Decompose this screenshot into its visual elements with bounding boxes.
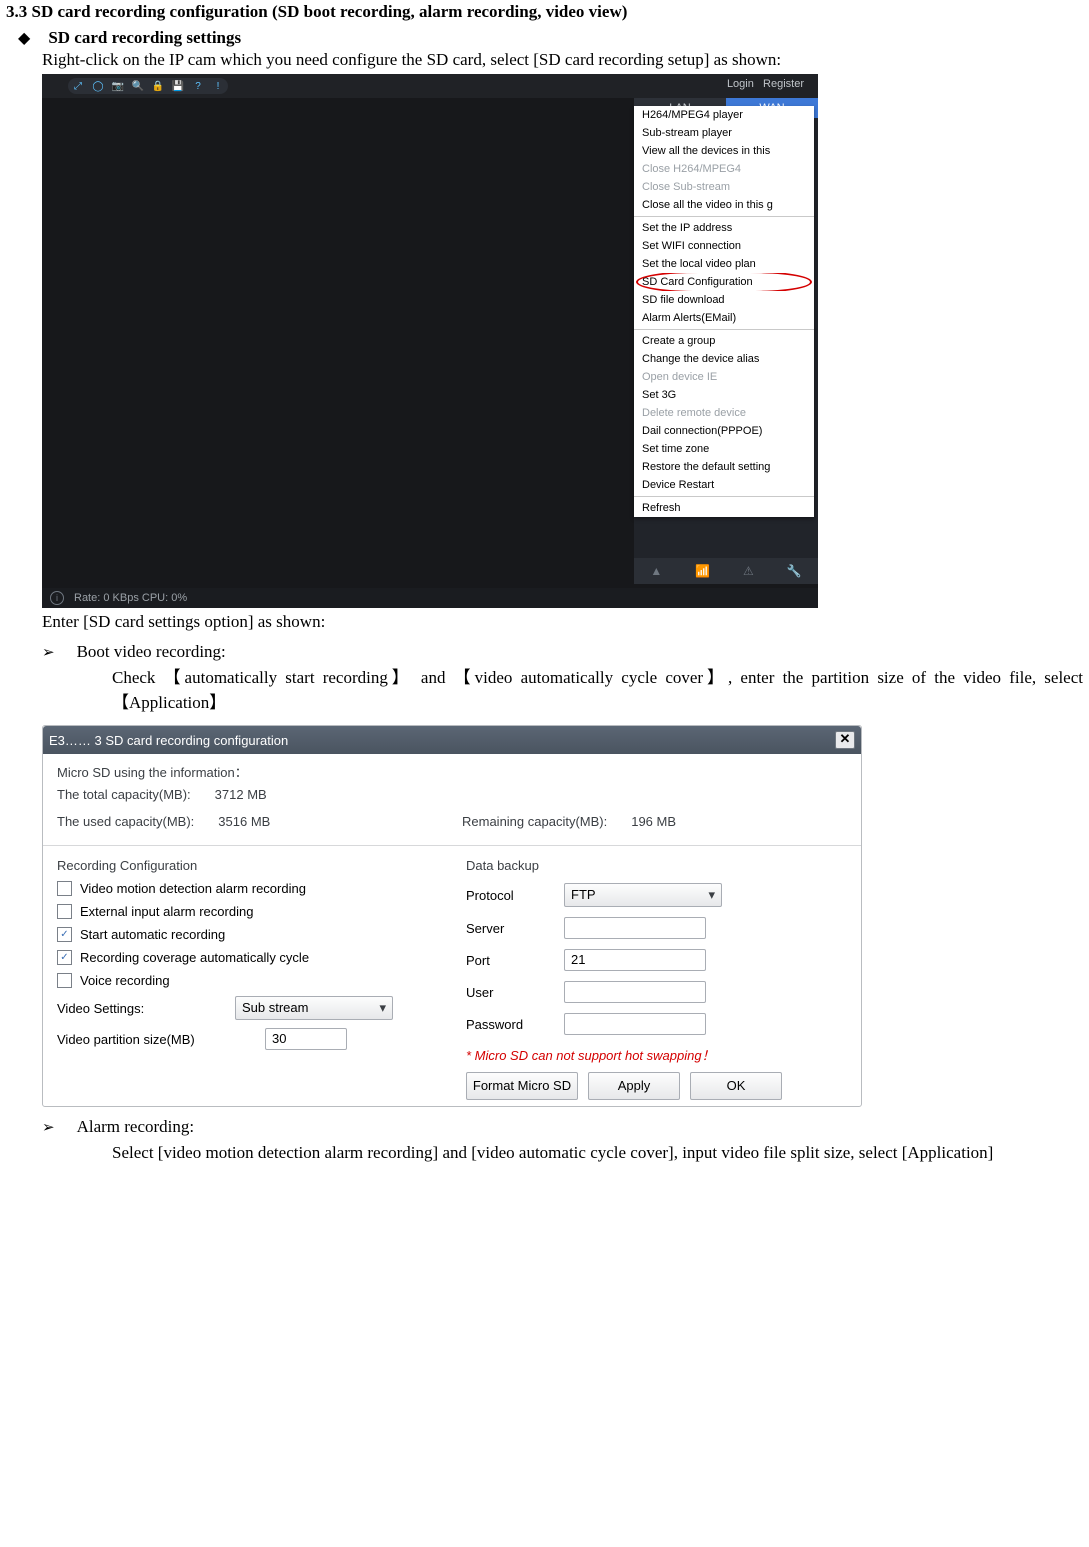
status-text: Rate: 0 KBps CPU: 0%	[74, 592, 187, 604]
video-settings-select[interactable]: Sub stream	[235, 996, 393, 1020]
total-capacity-value: 3712 MB	[215, 787, 267, 802]
register-link[interactable]: Register	[763, 78, 804, 90]
recording-config-title: Recording Configuration	[57, 858, 438, 873]
arrow-bullet-icon: ➢	[42, 642, 55, 664]
checkbox-motion-detection[interactable]: Video motion detection alarm recording	[57, 881, 438, 896]
context-menu-item[interactable]: Set WIFI connection	[634, 237, 814, 255]
toolbar-save-icon[interactable]: 💾	[168, 78, 188, 94]
sd-info-title: Micro SD using the information：	[57, 762, 847, 781]
context-menu-item[interactable]: H264/MPEG4 player	[634, 106, 814, 124]
context-menu-item[interactable]: Close all the video in this g	[634, 196, 814, 214]
context-menu-item[interactable]: Restore the default setting	[634, 458, 814, 476]
server-input[interactable]	[564, 917, 706, 939]
remaining-capacity-label: Remaining capacity(MB):	[462, 814, 607, 829]
status-bar: i Rate: 0 KBps CPU: 0%	[42, 588, 818, 608]
context-menu-item[interactable]: Alarm Alerts(EMail)	[634, 309, 814, 327]
server-label: Server	[466, 921, 556, 936]
context-menu-item[interactable]: Set time zone	[634, 440, 814, 458]
toolbar-help-icon[interactable]: ?	[188, 78, 208, 94]
footer-wifi-icon[interactable]: 📶	[695, 564, 710, 578]
context-menu-item[interactable]: Create a group	[634, 332, 814, 350]
app-toolbar: ⤢ ◯ 📷 🔍 🔒 💾 ? ! Login Register	[42, 74, 818, 98]
password-input[interactable]	[564, 1013, 706, 1035]
apply-button[interactable]: Apply	[588, 1072, 680, 1100]
context-menu-item[interactable]: Dail connection(PPPOE)	[634, 422, 814, 440]
panel-footer: ▲ 📶 ⚠ 🔧	[634, 558, 818, 584]
context-menu-item: Close H264/MPEG4	[634, 160, 814, 178]
checkbox-ext-label: External input alarm recording	[80, 904, 253, 919]
context-menu-item[interactable]: Set 3G	[634, 386, 814, 404]
total-capacity-label: The total capacity(MB):	[57, 787, 191, 802]
subsection-heading: SD card recording settings	[48, 28, 241, 48]
context-menu-item[interactable]: Sub-stream player	[634, 124, 814, 142]
context-menu-item[interactable]: View all the devices in this	[634, 142, 814, 160]
boot-video-recording-text: Check 【automatically start recording】 an…	[112, 666, 1083, 715]
intro-text: Right-click on the IP cam which you need…	[42, 50, 1083, 70]
info-icon: i	[50, 591, 64, 605]
caption-2: Enter [SD card settings option] as shown…	[42, 612, 1083, 632]
screenshot-main-app: ⤢ ◯ 📷 🔍 🔒 💾 ? ! Login Register LAN WAN ▲…	[42, 74, 818, 608]
protocol-select[interactable]: FTP	[564, 883, 722, 907]
context-menu-item[interactable]: Set the local video plan	[634, 255, 814, 273]
user-label: User	[466, 985, 556, 1000]
toolbar-icon[interactable]: ⤢	[68, 78, 88, 94]
recording-config-section: Recording Configuration Video motion det…	[43, 850, 452, 1106]
login-register[interactable]: Login Register	[727, 78, 804, 90]
context-menu-item: Delete remote device	[634, 404, 814, 422]
toolbar-icon[interactable]: ◯	[88, 78, 108, 94]
login-link[interactable]: Login	[727, 78, 754, 90]
context-menu: H264/MPEG4 playerSub-stream playerView a…	[634, 106, 814, 517]
context-menu-item[interactable]: Device Restart	[634, 476, 814, 494]
toolbar-search-icon[interactable]: 🔍	[128, 78, 148, 94]
dialog-close-button[interactable]: ✕	[835, 731, 855, 749]
port-input[interactable]: 21	[564, 949, 706, 971]
context-menu-item: Open device IE	[634, 368, 814, 386]
checkbox-motion-label: Video motion detection alarm recording	[80, 881, 306, 896]
checkbox-coverage-cycle[interactable]: Recording coverage automatically cycle	[57, 950, 438, 965]
toolbar-camera-icon[interactable]: 📷	[108, 78, 128, 94]
dialog-sd-recording-config: E3…… 3 SD card recording configuration ✕…	[42, 725, 862, 1107]
toolbar-alert-icon[interactable]: !	[208, 78, 228, 94]
context-menu-item[interactable]: Change the device alias	[634, 350, 814, 368]
context-menu-item: Close Sub-stream	[634, 178, 814, 196]
used-capacity-value: 3516 MB	[218, 814, 270, 829]
diamond-bullet-icon: ◆	[18, 28, 30, 48]
checkbox-auto-label: Start automatic recording	[80, 927, 225, 942]
checkbox-external-input[interactable]: External input alarm recording	[57, 904, 438, 919]
toolbar-lock-icon[interactable]: 🔒	[148, 78, 168, 94]
context-menu-item[interactable]: Refresh	[634, 499, 814, 517]
used-capacity-label: The used capacity(MB):	[57, 814, 194, 829]
video-partition-input[interactable]: 30	[265, 1028, 347, 1050]
user-input[interactable]	[564, 981, 706, 1003]
remaining-capacity-value: 196 MB	[631, 814, 676, 829]
data-backup-section: Data backup Protocol FTP Server Port 21 Us…	[452, 850, 861, 1106]
protocol-label: Protocol	[466, 888, 556, 903]
checkbox-cycle-label: Recording coverage automatically cycle	[80, 950, 309, 965]
context-menu-item[interactable]: SD file download	[634, 291, 814, 309]
dialog-titlebar: E3…… 3 SD card recording configuration ✕	[43, 726, 861, 754]
password-label: Password	[466, 1017, 556, 1032]
port-label: Port	[466, 953, 556, 968]
footer-icon[interactable]: ▲	[650, 564, 662, 578]
context-menu-item[interactable]: Set the IP address	[634, 219, 814, 237]
section-heading: 3.3 SD card recording configuration (SD …	[6, 2, 1083, 22]
dialog-title: E3…… 3 SD card recording configuration	[49, 733, 288, 748]
footer-warn-icon[interactable]: ⚠	[743, 564, 754, 578]
checkbox-voice-label: Voice recording	[80, 973, 170, 988]
footer-gear-icon[interactable]: 🔧	[787, 564, 802, 578]
toolbar-buttons[interactable]: ⤢ ◯ 📷 🔍 🔒 💾 ? !	[68, 78, 228, 94]
video-settings-label: Video Settings:	[57, 1001, 227, 1016]
video-partition-label: Video partition size(MB)	[57, 1032, 257, 1047]
ok-button[interactable]: OK	[690, 1072, 782, 1100]
data-backup-title: Data backup	[466, 858, 847, 873]
hot-swap-warning: * Micro SD can not support hot swapping！	[466, 1045, 847, 1064]
checkbox-voice-recording[interactable]: Voice recording	[57, 973, 438, 988]
checkbox-start-automatic[interactable]: Start automatic recording	[57, 927, 438, 942]
boot-video-recording-label: Boot video recording:	[77, 642, 226, 664]
alarm-recording-label: Alarm recording:	[77, 1117, 195, 1139]
arrow-bullet-icon: ➢	[42, 1117, 55, 1139]
alarm-recording-text: Select [video motion detection alarm rec…	[112, 1141, 1083, 1166]
context-menu-item[interactable]: SD Card Configuration	[634, 273, 814, 291]
format-sd-button[interactable]: Format Micro SD	[466, 1072, 578, 1100]
